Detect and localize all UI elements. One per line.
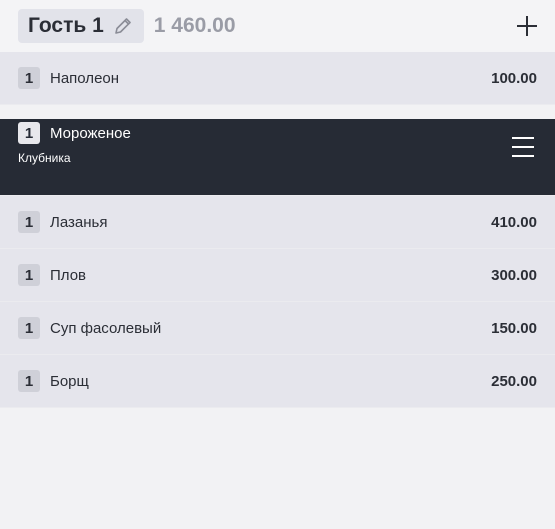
quantity-badge: 1 [18,264,40,286]
item-price: 250.00 [491,372,537,390]
list-item[interactable]: 1 Плов 300.00 [0,249,555,302]
list-item[interactable]: 1 Суп фасолевый 150.00 [0,302,555,355]
item-name: Борщ [50,372,89,390]
order-items-list: 1 Наполеон 100.00 1 Мороженое Клубника 1… [0,52,555,408]
item-name: Плов [50,266,87,284]
guest-header: Гость 1 1 460.00 [0,0,555,52]
list-item-selected[interactable]: 1 Мороженое Клубника [0,119,555,196]
pencil-icon[interactable] [112,15,134,37]
hamburger-menu-icon[interactable] [512,137,534,157]
item-price: 100.00 [491,69,537,87]
quantity-badge: 1 [18,122,40,144]
item-price: 150.00 [491,319,537,337]
list-item[interactable]: 1 Лазанья 410.00 [0,196,555,249]
plus-icon[interactable] [515,14,539,38]
quantity-badge: 1 [18,317,40,339]
item-name: Мороженое [50,124,131,142]
list-item[interactable]: 1 Наполеон 100.00 [0,52,555,105]
item-name: Суп фасолевый [50,319,162,337]
quantity-badge: 1 [18,370,40,392]
item-modifier: Клубника [18,151,71,165]
quantity-badge: 1 [18,67,40,89]
item-name: Лазанья [50,213,108,231]
guest-total: 1 460.00 [153,14,236,37]
guest-chip[interactable]: Гость 1 [18,9,144,43]
item-price: 410.00 [491,213,537,231]
item-name: Наполеон [50,69,120,87]
quantity-badge: 1 [18,211,40,233]
guest-name: Гость 1 [28,14,104,37]
list-item[interactable]: 1 Борщ 250.00 [0,355,555,408]
item-price: 300.00 [491,266,537,284]
